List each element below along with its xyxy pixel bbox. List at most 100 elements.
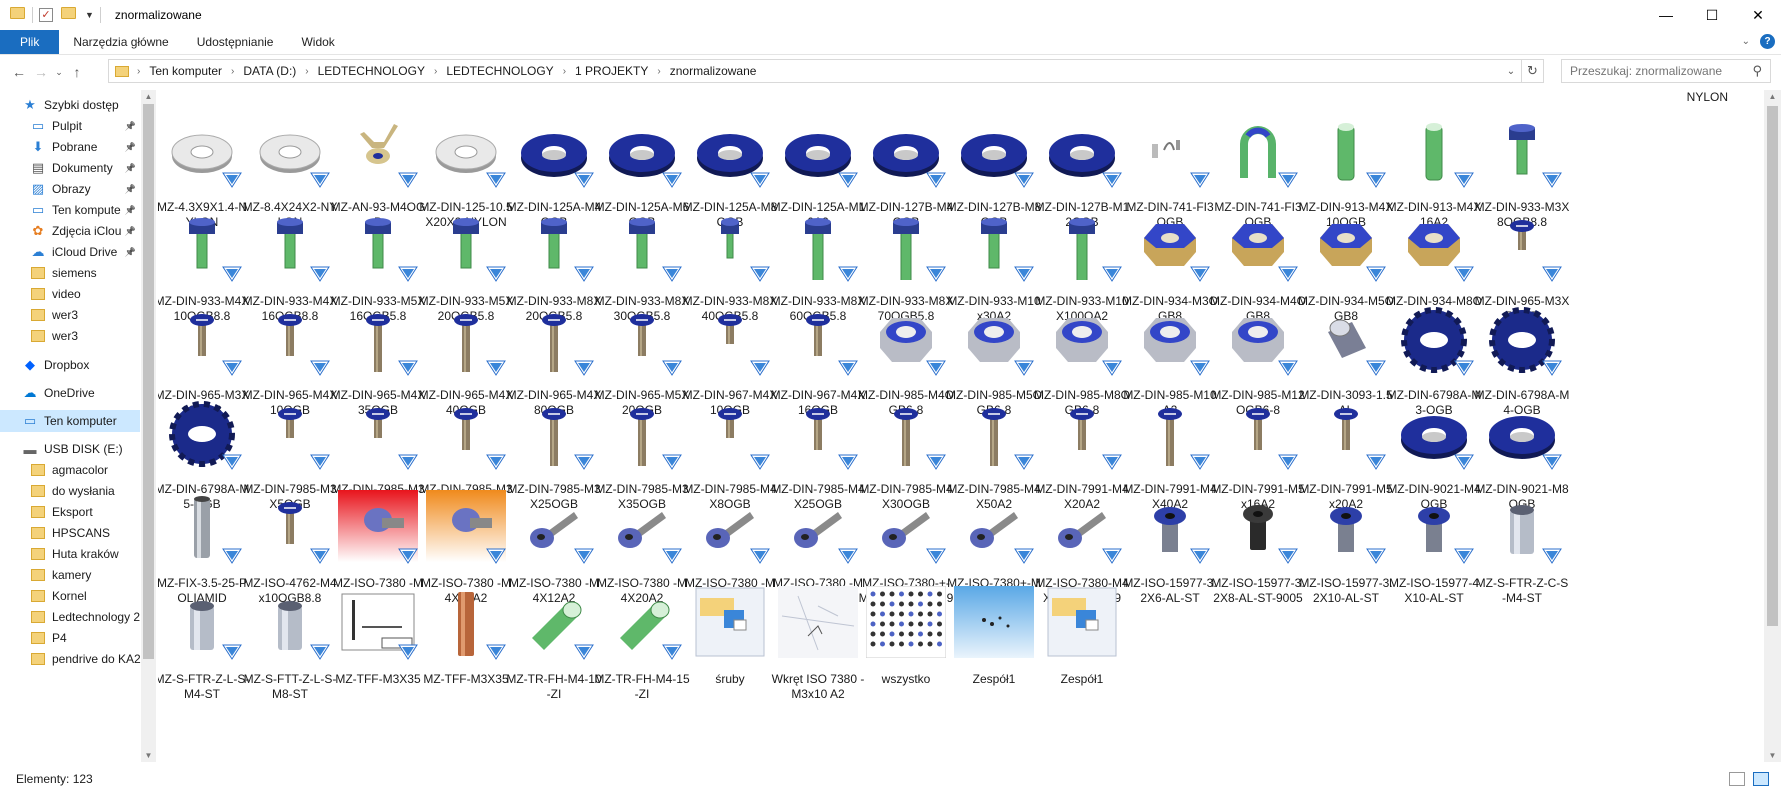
expand-ribbon-icon[interactable]: ⌄ (1742, 36, 1750, 47)
file-item[interactable]: MZ-DIN-7991-M5x20A2 (1298, 396, 1394, 511)
file-item[interactable]: MZ-DIN-125A-M10A2 (770, 114, 866, 229)
scroll-down-icon[interactable]: ▼ (1764, 751, 1781, 760)
file-item[interactable]: MZ-DIN-934-M8OGB8 (1386, 208, 1482, 323)
scroll-up-icon[interactable]: ▲ (1764, 92, 1781, 101)
sidebar-item[interactable]: ▭ Ten kompute 📌 (0, 199, 140, 221)
maximize-button[interactable]: ☐ (1689, 0, 1735, 30)
file-item[interactable]: MZ-DIN-6798A-M3-OGB (1386, 302, 1482, 417)
sidebar-item[interactable]: wer3 (0, 325, 140, 347)
breadcrumb-item[interactable]: Ten komputer (149, 64, 222, 78)
breadcrumb-item[interactable]: DATA (D:) (243, 64, 296, 78)
pin-icon[interactable]: 📌 (125, 205, 136, 216)
sidebar-item[interactable]: agmacolor (0, 459, 140, 481)
file-item[interactable]: MZ-DIN-7991-M5x16A2 (1210, 396, 1306, 511)
breadcrumb-separator-icon[interactable]: › (305, 66, 308, 77)
help-icon[interactable]: ? (1760, 34, 1775, 49)
large-icons-view-icon[interactable] (1753, 772, 1769, 786)
file-item[interactable]: MZ-DIN-127B-M4OGB (858, 114, 954, 229)
file-item[interactable]: MZ-ISO-15977-4X10-AL-ST (1386, 490, 1482, 605)
new-folder-icon[interactable] (61, 7, 77, 23)
file-item[interactable]: MZ-DIN-933-M8X20OGB5.8 (506, 208, 602, 323)
file-item[interactable]: MZ-DIN-7985-M3X12OGB (418, 396, 514, 511)
file-item[interactable]: MZ-ISO-7380 -M5X12A2 (770, 490, 866, 605)
file-item[interactable]: MZ-DIN-934-M4OGB8 (1210, 208, 1306, 323)
file-item[interactable]: MZ-DIN-7985-M4X25OGB (770, 396, 866, 511)
file-item[interactable]: MZ-4.3X9X1.4-NYLON (158, 114, 250, 229)
file-item[interactable]: MZ-DIN-985-M5OGB6-8 (946, 302, 1042, 417)
customize-toolbar-icon[interactable]: ▼ (85, 10, 94, 20)
sidebar-item[interactable]: ▭ Ten komputer (0, 410, 140, 432)
pin-icon[interactable]: 📌 (125, 121, 136, 132)
file-item[interactable]: MZ-DIN-934-M3OGB8 (1122, 208, 1218, 323)
file-item[interactable]: MZ-DIN-965-M4X35OGB (330, 302, 426, 417)
pin-icon[interactable]: 📌 (125, 163, 136, 174)
tab-view[interactable]: Widok (287, 30, 348, 54)
file-item[interactable]: MZ-FIX-3.5-25-POLIAMID (158, 490, 250, 605)
scroll-up-icon[interactable]: ▲ (141, 92, 156, 101)
close-button[interactable]: ✕ (1735, 0, 1781, 30)
breadcrumb-separator-icon[interactable]: › (231, 66, 234, 77)
file-item[interactable]: MZ-DIN-7985-M4X8OGB (682, 396, 778, 511)
file-item[interactable]: MZ-DIN-933-M8X70OGB5.8 (858, 208, 954, 323)
sidebar-item[interactable]: Huta kraków (0, 543, 140, 565)
file-item[interactable]: MZ-DIN-3093-1.5AL (1298, 302, 1394, 417)
forward-arrow-icon[interactable]: → (30, 64, 52, 80)
file-item[interactable]: MZ-DIN-933-M10X100OA2 (1034, 208, 1130, 323)
scrollbar-thumb[interactable] (1767, 106, 1778, 626)
file-item[interactable]: MZ-DIN-127B-M12OGB (1034, 114, 1130, 229)
search-icon[interactable]: ⚲ (1752, 63, 1762, 79)
sidebar-item[interactable]: kamery (0, 564, 140, 586)
file-item[interactable]: MZ-DIN-125A-M4OGB (506, 114, 602, 229)
file-item[interactable]: Zespół1 (1034, 586, 1130, 686)
breadcrumb-item[interactable]: LEDTECHNOLOGY (446, 64, 553, 78)
breadcrumb-separator-icon[interactable]: › (434, 66, 437, 77)
file-item[interactable]: MZ-DIN-965-M4X40OGB (418, 302, 514, 417)
file-item[interactable]: MZ-DIN-965-M3X5OGB (1474, 208, 1570, 323)
file-item[interactable]: MZ-TFF-M3X35 (330, 586, 426, 686)
up-arrow-icon[interactable]: ↑ (66, 64, 88, 80)
sidebar-item[interactable]: ▬ USB DISK (E:) (0, 438, 140, 460)
file-item[interactable]: MZ-DIN-127B-M8OGB (946, 114, 1042, 229)
file-item[interactable]: MZ-S-FTR-Z-C-S-M4-ST (1474, 490, 1570, 605)
file-item[interactable]: MZ-DIN-933-M4X16OGB8.8 (242, 208, 338, 323)
sidebar-item[interactable]: Ledtechnology 2 (0, 606, 140, 628)
file-item[interactable]: MZ-DIN-933-M5X16OGB5.8 (330, 208, 426, 323)
file-item[interactable]: MZ-S-FTR-Z-L-S-M4-ST (158, 586, 250, 701)
breadcrumb-separator-icon[interactable]: › (563, 66, 566, 77)
file-item[interactable]: MZ-S-FTT-Z-L-S-M8-ST (242, 586, 338, 701)
details-view-icon[interactable] (1729, 772, 1745, 786)
sidebar-item[interactable]: video (0, 283, 140, 305)
back-arrow-icon[interactable]: ← (8, 64, 30, 80)
file-item[interactable]: MZ-ISO-15977-3.2X8-AL-ST-9005 (1210, 490, 1306, 605)
file-item[interactable]: MZ-DIN-7985-M3X5OGB (242, 396, 338, 511)
minimize-button[interactable]: — (1643, 0, 1689, 30)
scroll-down-icon[interactable]: ▼ (141, 751, 156, 760)
sidebar-item[interactable]: ◆ Dropbox (0, 354, 140, 376)
file-item[interactable]: MZ-DIN-985-M8OGB6-8 (1034, 302, 1130, 417)
file-item[interactable]: MZ-DIN-913-M4X16A2 (1386, 114, 1482, 229)
file-item[interactable]: MZ-DIN-965-M4X80OGB (506, 302, 602, 417)
file-item[interactable]: MZ-DIN-125A-M6OGB (594, 114, 690, 229)
sidebar-item[interactable]: Kornel (0, 585, 140, 607)
pin-icon[interactable]: 📌 (125, 247, 136, 258)
refresh-icon[interactable]: ↻ (1521, 60, 1543, 82)
breadcrumb-item[interactable]: znormalizowane (670, 64, 757, 78)
file-item[interactable]: MZ-DIN-933-M8X60OGB5.8 (770, 208, 866, 323)
sidebar-scrollbar[interactable]: ▲ ▼ (141, 90, 156, 762)
file-item[interactable]: MZ-DIN-7985-M3X35OGB (594, 396, 690, 511)
file-item[interactable]: MZ-DIN-933-M10x30A2 (946, 208, 1042, 323)
sidebar-item[interactable]: HPSCANS (0, 522, 140, 544)
file-item[interactable]: MZ-ISO-4762-M4x10OGB8.8 (242, 490, 338, 605)
properties-icon[interactable]: ✓ (39, 8, 53, 22)
sidebar-item[interactable]: pendrive do KA2 (0, 648, 141, 670)
search-input[interactable] (1570, 64, 1740, 78)
file-item[interactable]: MZ-DIN-741-FI3OGB (1122, 114, 1218, 229)
file-item[interactable]: MZ-DIN-741-FI3OGB (1210, 114, 1306, 229)
file-item[interactable]: wszystko (858, 586, 954, 686)
file-item[interactable]: MZ-DIN-985-M12OGB6-8 (1210, 302, 1306, 417)
file-item[interactable]: MZ-DIN-967-M4X10OGB (682, 302, 778, 417)
file-item[interactable]: MZ-ISO-7380-+-M4X16OGB010.9 (858, 490, 954, 605)
sidebar-item[interactable]: P4 (0, 627, 140, 649)
file-item[interactable]: MZ-DIN-7985-M3X25OGB (506, 396, 602, 511)
file-item[interactable]: MZ-ISO-7380 -M4X20A2 (594, 490, 690, 605)
